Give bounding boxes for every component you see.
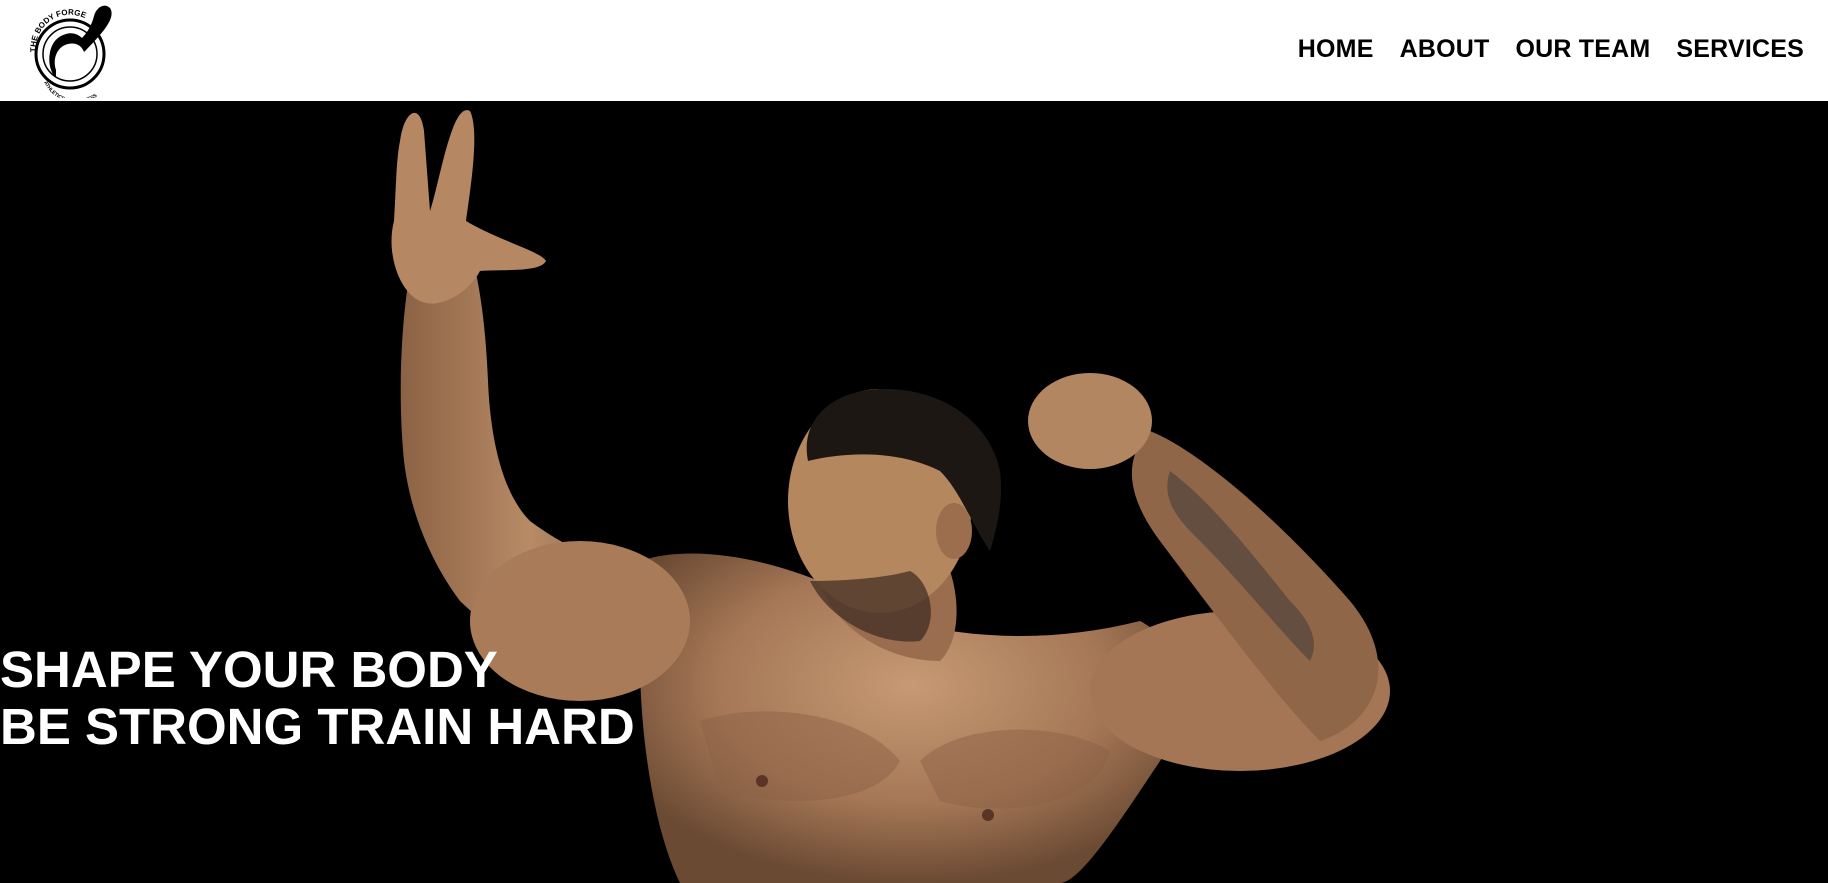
site-logo[interactable]: THE BODY FORGE ATHLETICS AND FITNESS [18, 2, 126, 105]
nav-link-services[interactable]: SERVICES [1676, 35, 1804, 64]
nav-link-about[interactable]: ABOUT [1400, 35, 1490, 64]
hero-line-2: BE STRONG TRAIN HARD [0, 698, 635, 755]
bodybuilder-emblem-icon: THE BODY FORGE ATHLETICS AND FITNESS [29, 5, 112, 105]
hero-image [391, 110, 1390, 883]
hero-line-1: SHAPE YOUR BODY [0, 641, 498, 698]
site-header: THE BODY FORGE ATHLETICS AND FITNESS HOM… [0, 0, 1828, 105]
hero-section: SHAPE YOUR BODY BE STRONG TRAIN HARD [0, 101, 1828, 883]
main-nav: HOME ABOUT OUR TEAM SERVICES [1298, 35, 1804, 64]
nav-link-home[interactable]: HOME [1298, 35, 1374, 64]
hero-headline: SHAPE YOUR BODY BE STRONG TRAIN HARD [0, 641, 635, 755]
nav-link-our-team[interactable]: OUR TEAM [1515, 35, 1650, 64]
